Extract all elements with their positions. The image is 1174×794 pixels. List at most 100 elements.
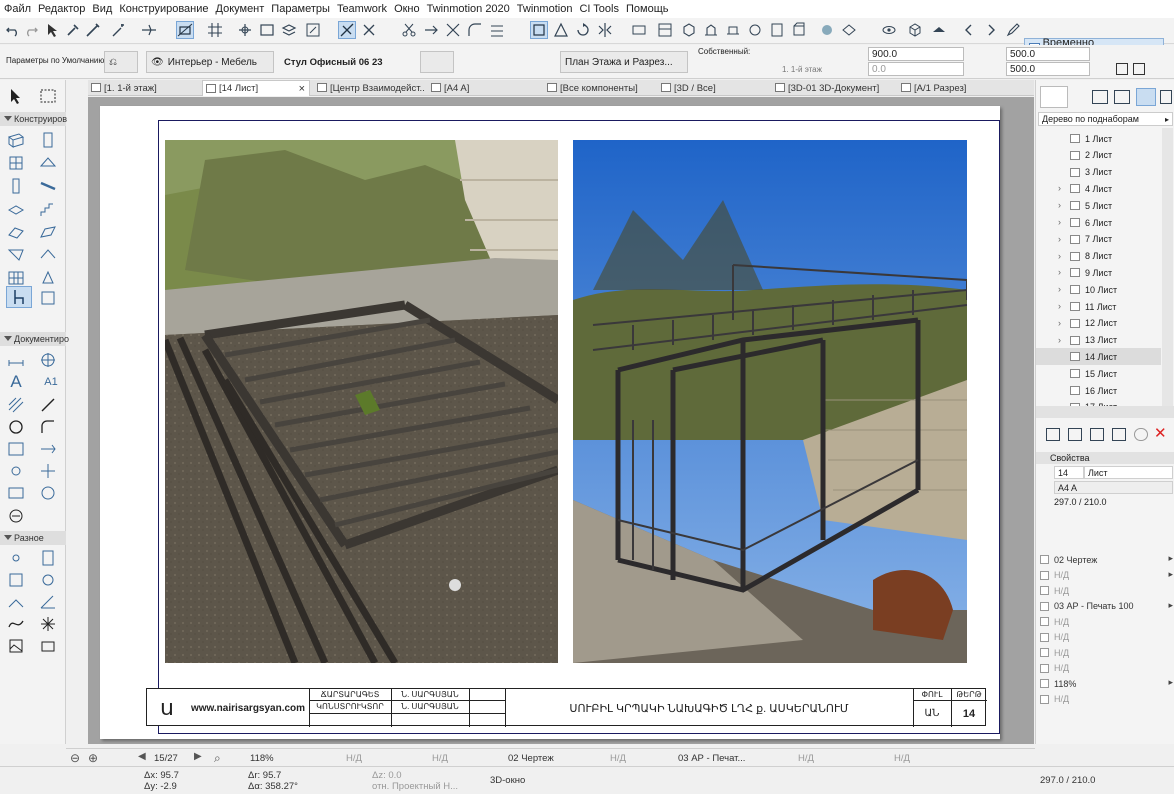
radial-dimension-tool-icon[interactable] xyxy=(38,350,58,370)
layout-tree-item[interactable]: 14 Лист xyxy=(1036,348,1161,366)
property-row[interactable]: Н/Д xyxy=(1036,630,1174,645)
align-icon[interactable] xyxy=(530,21,548,39)
pointer-icon[interactable] xyxy=(44,21,62,39)
lamp-tool-icon[interactable] xyxy=(38,288,58,308)
mirror-y-icon[interactable] xyxy=(1133,63,1145,75)
menu-item-0[interactable]: Файл xyxy=(4,3,31,15)
master-layout-field[interactable]: A4 A xyxy=(1054,481,1173,494)
expand-chevron-icon[interactable]: › xyxy=(1058,217,1061,227)
distribute-icon[interactable] xyxy=(552,21,570,39)
photo-steel-frame-ground[interactable] xyxy=(165,140,558,663)
door-tool-icon[interactable] xyxy=(38,130,58,150)
layout-tree-item[interactable]: › 8 Лист xyxy=(1036,248,1161,265)
expand-chevron-icon[interactable]: › xyxy=(1058,335,1061,345)
dimension-tool-icon[interactable] xyxy=(6,350,26,370)
width-field[interactable]: 500.0 xyxy=(1006,47,1090,61)
view-combo[interactable]: План Этажа и Разрез... xyxy=(560,51,688,73)
layout-tree-item[interactable]: › 4 Лист xyxy=(1036,180,1161,197)
document-header[interactable]: Документиро xyxy=(0,332,69,346)
worksheet-icon[interactable] xyxy=(768,21,786,39)
navigator-mode-select[interactable]: Дерево по поднаборам ▸ xyxy=(1038,112,1173,126)
layer-combo[interactable]: 02 Чертеж xyxy=(508,753,554,764)
depth-field[interactable]: 500.0 xyxy=(1006,62,1090,76)
property-row[interactable]: Н/Д xyxy=(1036,614,1174,629)
tab-4[interactable]: [Все компоненты] xyxy=(544,80,654,96)
menu-item-7[interactable]: Окно xyxy=(394,3,420,15)
close-tab-icon[interactable]: × xyxy=(299,83,305,95)
expand-chevron-icon[interactable]: › xyxy=(1058,183,1061,193)
layout-tree-item[interactable]: › 11 Лист xyxy=(1036,298,1161,315)
back-icon[interactable] xyxy=(960,21,978,39)
angle-dimension-tool-icon[interactable] xyxy=(38,592,58,612)
expand-chevron-icon[interactable]: › xyxy=(1058,284,1061,294)
layout-tree-item[interactable]: 17 Лист xyxy=(1036,399,1161,406)
menu-item-6[interactable]: Teamwork xyxy=(337,3,387,15)
property-row[interactable]: Н/Д xyxy=(1036,661,1174,676)
grid-snap-icon[interactable] xyxy=(206,21,224,39)
height-field[interactable]: 900.0 xyxy=(868,47,964,61)
polyline-tool-icon[interactable] xyxy=(38,417,58,437)
layout-tree-item[interactable]: 2 Лист xyxy=(1036,147,1161,164)
window-tool-icon[interactable] xyxy=(6,153,26,173)
zone-tool-icon[interactable] xyxy=(38,268,58,288)
label-tool-icon[interactable]: A1 xyxy=(38,372,64,392)
tab-5[interactable]: [3D / Все] xyxy=(658,80,768,96)
layout-tree-item[interactable]: 3 Лист xyxy=(1036,164,1161,181)
pencil-icon[interactable] xyxy=(1004,21,1022,39)
beam-tool-icon[interactable] xyxy=(38,176,58,196)
layers-icon[interactable] xyxy=(280,21,298,39)
chevron-right-icon[interactable]: ▸ xyxy=(1168,553,1173,564)
intersect-icon[interactable] xyxy=(444,21,462,39)
adjust-icon[interactable] xyxy=(422,21,440,39)
mesh-tool-icon[interactable] xyxy=(38,245,58,265)
mirror-x-icon[interactable] xyxy=(1116,63,1128,75)
object-tool-icon[interactable] xyxy=(6,286,32,308)
stair-tool-icon[interactable] xyxy=(38,199,58,219)
property-row[interactable]: Н/Д xyxy=(1036,645,1174,660)
property-row[interactable]: 02 Чертеж ▸ xyxy=(1036,552,1174,567)
forward-icon[interactable] xyxy=(982,21,1000,39)
fill-tool-icon[interactable] xyxy=(6,395,26,415)
tab-0[interactable]: [1. 1-й этаж] xyxy=(88,80,198,96)
shell-tool-icon[interactable] xyxy=(38,222,58,242)
chevron-right-icon[interactable]: ▸ xyxy=(1168,677,1173,688)
tab-7[interactable]: [A/1 Разрез] xyxy=(898,80,1018,96)
snap-guides-icon[interactable] xyxy=(176,21,194,39)
layout-tree-item[interactable]: › 9 Лист xyxy=(1036,264,1161,281)
project-map-icon[interactable] xyxy=(1092,90,1108,104)
new-subset-icon[interactable] xyxy=(1068,428,1082,441)
category-selector[interactable]: 👁 Интерьер - Мебель xyxy=(146,51,274,73)
prev-page-icon[interactable]: ◀ xyxy=(138,751,146,762)
tab-3[interactable]: [A4 A] xyxy=(428,80,540,96)
worksheet-tool-icon[interactable] xyxy=(6,483,26,503)
geometry-button-1[interactable] xyxy=(460,51,494,73)
grid-element-tool-icon[interactable] xyxy=(6,548,26,568)
menu-item-3[interactable]: Конструирование xyxy=(119,3,208,15)
scissors-icon[interactable] xyxy=(400,21,418,39)
split-icon[interactable] xyxy=(360,21,378,39)
detail-tool-icon[interactable] xyxy=(38,483,58,503)
layout-tree-item[interactable]: › 10 Лист xyxy=(1036,281,1161,298)
window-3d-button[interactable]: 3D-окно xyxy=(490,775,525,786)
menu-item-1[interactable]: Редактор xyxy=(38,3,85,15)
railing-tool-icon[interactable] xyxy=(6,592,26,612)
hotspot-tool-icon[interactable] xyxy=(38,614,58,634)
view-3d-icon[interactable] xyxy=(680,21,698,39)
guideline-icon[interactable] xyxy=(140,21,158,39)
eye-icon[interactable] xyxy=(880,21,898,39)
skylight-tool-icon[interactable] xyxy=(38,153,58,173)
layout-tree-item[interactable]: 16 Лист xyxy=(1036,382,1161,399)
select-icon[interactable] xyxy=(630,21,648,39)
menu-item-11[interactable]: Помощь xyxy=(626,3,669,15)
spline-tool-icon[interactable] xyxy=(6,614,26,634)
slab-tool-icon[interactable] xyxy=(6,199,26,219)
scale-readout[interactable]: 297.0 / 210.0 xyxy=(1040,775,1095,786)
fillet-icon[interactable] xyxy=(466,21,484,39)
layout-name-field[interactable]: Лист xyxy=(1084,466,1173,479)
wall-tool-icon[interactable] xyxy=(6,130,26,150)
menu-item-4[interactable]: Документ xyxy=(216,3,265,15)
camera-tool-icon[interactable] xyxy=(38,636,58,656)
menu-item-10[interactable]: CI Tools xyxy=(579,3,619,15)
skylight-misc-tool-icon[interactable] xyxy=(38,570,58,590)
rotate-icon[interactable] xyxy=(574,21,592,39)
